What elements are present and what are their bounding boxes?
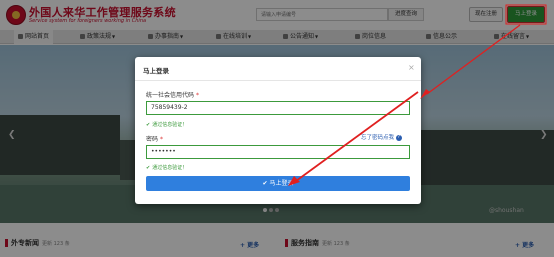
check-icon: ✔ [146, 122, 151, 128]
help-icon: ? [395, 134, 402, 141]
submit-login-button[interactable]: ✔ 马上登录 [146, 176, 410, 191]
credit-code-label-text: 统一社会信用代码 [146, 92, 195, 99]
forgot-password-text: 忘了密码点我 [361, 135, 395, 141]
valid-text: 通过信息验证！ [152, 122, 188, 128]
credit-code-valid-message: ✔ 通过信息验证！ [146, 121, 187, 128]
login-modal: 马上登录 × 统一社会信用代码 * 75859439-2 ✔ 通过信息验证！ 密码… [135, 57, 421, 204]
password-valid-message: ✔ 通过信息验证！ [146, 164, 187, 171]
check-icon: ✔ [146, 165, 151, 171]
credit-code-field[interactable]: 75859439-2 [146, 101, 410, 115]
credit-code-label: 统一社会信用代码 * [146, 90, 199, 99]
required-marker: * [195, 92, 199, 99]
required-marker: * [159, 136, 163, 143]
forgot-password-link[interactable]: 忘了密码点我 ? [361, 133, 402, 141]
submit-label: 马上登录 [269, 180, 294, 187]
modal-title: 马上登录 [143, 67, 169, 75]
modal-header: 马上登录 × [135, 57, 421, 81]
password-label: 密码 * [146, 134, 163, 143]
check-icon: ✔ [262, 180, 268, 187]
password-label-text: 密码 [146, 136, 159, 143]
close-icon[interactable]: × [408, 63, 415, 72]
password-field[interactable]: ••••••• [146, 145, 410, 159]
valid-text: 通过信息验证！ [152, 165, 188, 171]
